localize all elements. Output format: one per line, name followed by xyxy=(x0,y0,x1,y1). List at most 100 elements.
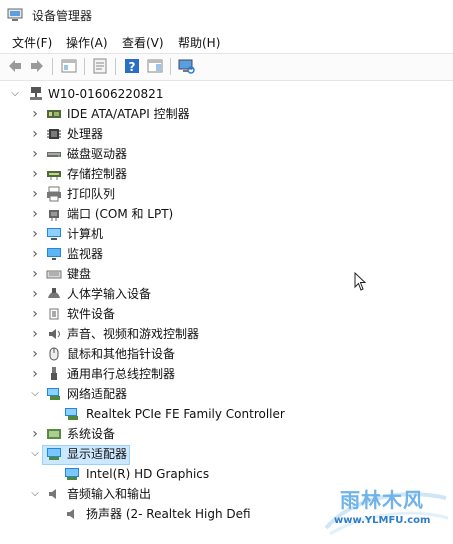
computer-icon xyxy=(47,228,61,240)
toolbar-separator xyxy=(115,58,116,75)
chevron-right-icon[interactable]: › xyxy=(30,184,40,204)
tree-item-label: 监视器 xyxy=(67,247,104,261)
watermark-url: www.YLMFU.com xyxy=(334,515,431,526)
menu-view[interactable]: 查看(V) xyxy=(122,34,164,51)
tree-item-label: 扬声器 (2- Realtek High Defi xyxy=(86,507,251,521)
chevron-right-icon[interactable]: › xyxy=(30,264,40,284)
svg-text:?: ? xyxy=(129,60,136,74)
back-arrow-icon[interactable] xyxy=(6,57,24,75)
tree-category-row[interactable]: › IDE ATA/ATAPI 控制器 xyxy=(0,104,453,124)
tree-category-row[interactable]: › 软件设备 xyxy=(0,304,453,324)
print-queue-icon xyxy=(47,186,61,202)
ide-controller-icon xyxy=(47,110,61,118)
disk-drive-icon xyxy=(47,152,61,157)
chevron-down-icon[interactable]: ⌵ xyxy=(30,484,40,504)
tree-item-label: 打印队列 xyxy=(67,187,116,201)
sound-icon xyxy=(49,329,60,339)
chevron-right-icon[interactable]: › xyxy=(30,204,40,224)
tree-category-row[interactable]: › 系统设备 xyxy=(0,424,453,444)
toolbar: ? xyxy=(0,53,453,81)
tree-category-row[interactable]: ⌵ 显示适配器 xyxy=(0,444,453,465)
tree-category-row[interactable]: › 声音、视频和游戏控制器 xyxy=(0,324,453,344)
tree-item-label: 鼠标和其他指针设备 xyxy=(67,347,176,361)
chevron-down-icon[interactable]: ⌵ xyxy=(30,384,40,404)
tree-category-row[interactable]: › 监视器 xyxy=(0,244,453,264)
tree-item-label: 磁盘驱动器 xyxy=(67,147,128,161)
chevron-right-icon[interactable]: › xyxy=(30,284,40,304)
speaker-icon xyxy=(67,509,74,519)
tree-category-row[interactable]: › 存储控制器 xyxy=(0,164,453,184)
chevron-right-icon[interactable]: › xyxy=(30,144,40,164)
menu-file[interactable]: 文件(F) xyxy=(12,34,52,51)
toolbar-separator xyxy=(84,58,85,75)
watermark-logo: 雨林木风 www.YLMFU.com xyxy=(322,478,450,536)
chevron-right-icon[interactable]: › xyxy=(30,364,40,384)
menu-bar: 文件(F) 操作(A) 查看(V) 帮助(H) xyxy=(0,32,453,52)
tree-category-row[interactable]: › 打印队列 xyxy=(0,184,453,204)
tree-root-label: W10-01606220821 xyxy=(48,87,164,101)
tree-item-label: 音频输入和输出 xyxy=(67,487,152,501)
tree-category-row[interactable]: › 鼠标和其他指针设备 xyxy=(0,344,453,364)
chevron-down-icon[interactable]: ⌵ xyxy=(30,444,40,464)
menu-help[interactable]: 帮助(H) xyxy=(178,34,220,51)
tree-category-row[interactable]: ⌵ 网络适配器 xyxy=(0,384,453,404)
chevron-right-icon[interactable]: › xyxy=(30,344,40,364)
device-manager-icon xyxy=(7,8,23,21)
title-bar: 设备管理器 xyxy=(0,0,453,30)
speaker-icon xyxy=(49,489,56,499)
chevron-right-icon[interactable]: › xyxy=(30,324,40,344)
show-hide-tree-icon[interactable] xyxy=(60,57,78,75)
tree-category-row[interactable]: › 处理器 xyxy=(0,124,453,144)
scan-hardware-icon[interactable] xyxy=(177,57,195,75)
tree-item-label: 处理器 xyxy=(67,127,104,141)
tree-category-row[interactable]: › 键盘 xyxy=(0,264,453,284)
port-icon xyxy=(49,210,59,221)
toolbar-separator xyxy=(170,58,171,75)
menu-action[interactable]: 操作(A) xyxy=(66,34,108,51)
computer-root-icon xyxy=(30,87,42,100)
chevron-down-icon[interactable]: ⌵ xyxy=(10,84,20,104)
tree-root[interactable]: ⌵ W10-01606220821 xyxy=(0,84,453,104)
help-icon[interactable]: ? xyxy=(123,57,141,75)
properties-icon[interactable] xyxy=(91,57,109,75)
tree-category-row[interactable]: › 磁盘驱动器 xyxy=(0,144,453,164)
watermark-title: 雨林木风 xyxy=(340,488,424,512)
tree-item-label: 声音、视频和游戏控制器 xyxy=(67,327,200,341)
tree-item-label: Realtek PCIe FE Family Controller xyxy=(86,407,285,421)
tree-item-label: Intel(R) HD Graphics xyxy=(86,467,210,481)
display-adapter-icon xyxy=(47,448,61,460)
system-device-icon xyxy=(47,429,61,439)
network-adapter-icon xyxy=(65,408,78,420)
tree-item-label: 系统设备 xyxy=(67,427,116,441)
tree-item-label: IDE ATA/ATAPI 控制器 xyxy=(67,107,190,121)
storage-controller-icon xyxy=(47,171,61,180)
tree-category-row[interactable]: › 计算机 xyxy=(0,224,453,244)
action-pane-icon[interactable] xyxy=(146,57,164,75)
chevron-right-icon[interactable]: › xyxy=(30,104,40,124)
chevron-right-icon[interactable]: › xyxy=(30,244,40,264)
tree-item-label: 通用串行总线控制器 xyxy=(67,367,176,381)
chevron-right-icon[interactable]: › xyxy=(30,224,40,244)
display-adapter-icon xyxy=(65,468,79,480)
chevron-right-icon[interactable]: › xyxy=(30,164,40,184)
forward-arrow-icon[interactable] xyxy=(28,57,46,75)
tree-category-row[interactable]: › 人体学输入设备 xyxy=(0,284,453,304)
window-title: 设备管理器 xyxy=(32,9,93,23)
toolbar-separator xyxy=(52,58,53,75)
software-device-icon xyxy=(49,308,59,320)
chevron-right-icon[interactable]: › xyxy=(30,424,40,444)
tree-category-row[interactable]: › 通用串行总线控制器 xyxy=(0,364,453,384)
chevron-right-icon[interactable]: › xyxy=(30,124,40,144)
tree-item-label: 人体学输入设备 xyxy=(67,287,152,301)
tree-item-label: 存储控制器 xyxy=(67,167,128,181)
usb-icon xyxy=(51,367,57,380)
tree-category-row[interactable]: › 端口 (COM 和 LPT) xyxy=(0,204,453,224)
tree-item-label: 计算机 xyxy=(67,227,104,241)
mouse-pointer-icon xyxy=(354,272,367,291)
monitor-icon xyxy=(47,248,61,260)
chevron-right-icon[interactable]: › xyxy=(30,304,40,324)
hid-icon xyxy=(48,288,60,298)
tree-item-label: 网络适配器 xyxy=(67,387,128,401)
mouse-icon xyxy=(49,347,59,361)
tree-device-row[interactable]: Realtek PCIe FE Family Controller xyxy=(0,404,453,424)
